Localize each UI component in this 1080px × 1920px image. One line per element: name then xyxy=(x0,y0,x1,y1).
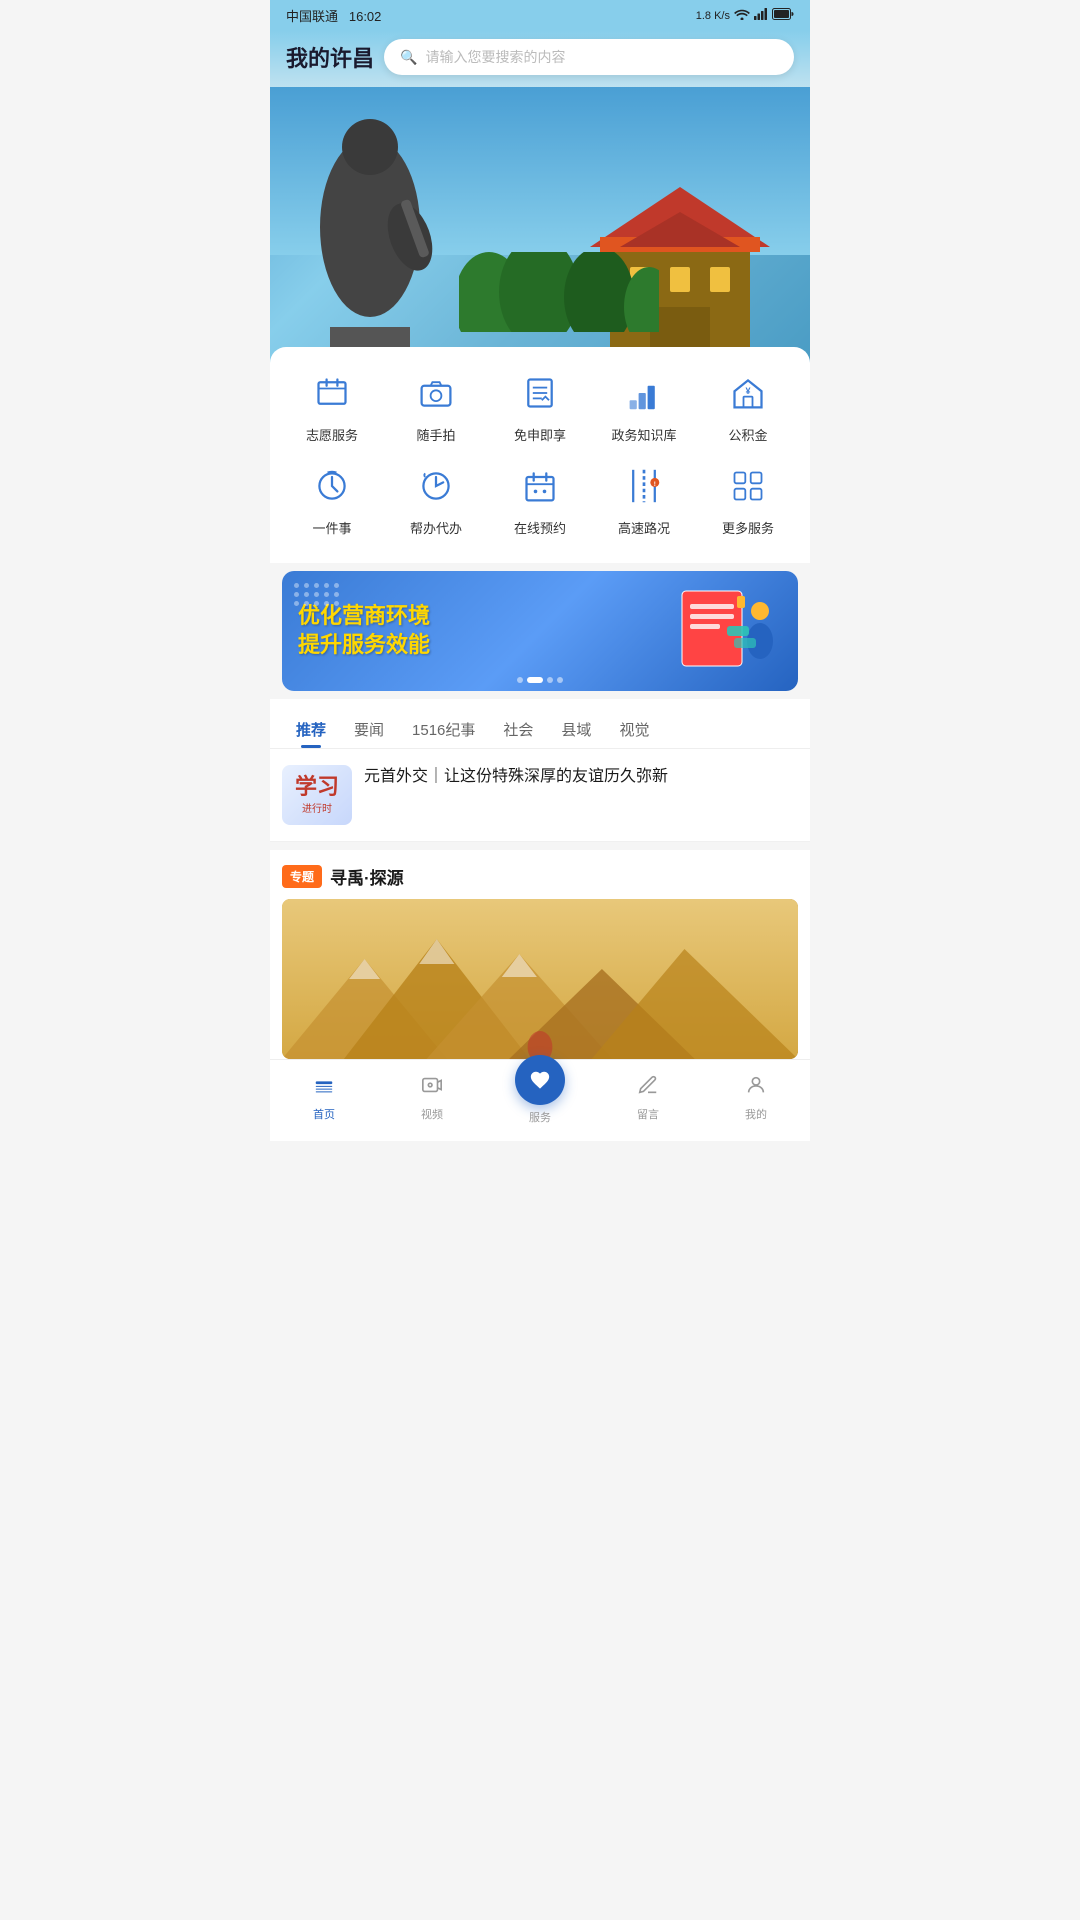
banner-dot-1[interactable] xyxy=(527,677,543,683)
banner-dot-0[interactable] xyxy=(517,677,523,683)
service-reserve[interactable]: 在线预约 xyxy=(495,460,585,537)
news-list: 学习 进行时 元首外交｜让这份特殊深厚的友谊历久弥新 xyxy=(270,749,810,842)
service-icon-volunteer xyxy=(306,367,358,419)
nav-icon-video xyxy=(421,1074,443,1102)
service-label-agent: 帮办代办 xyxy=(410,518,462,537)
service-label-fund: 公积金 xyxy=(728,425,767,444)
service-icon-more xyxy=(722,460,774,512)
service-knowledge[interactable]: 政务知识库 xyxy=(599,367,689,444)
nav-icon-home xyxy=(313,1074,335,1102)
nav-home[interactable]: 首页 xyxy=(284,1074,364,1122)
service-icon-highway: ! xyxy=(618,460,670,512)
service-label-highway: 高速路况 xyxy=(618,518,670,537)
nav-label-mine: 我的 xyxy=(745,1106,767,1122)
nav-mine[interactable]: 我的 xyxy=(716,1074,796,1122)
special-topic: 专题 寻禹·探源 xyxy=(270,842,810,1059)
status-indicators: 1.8 K/s xyxy=(696,8,794,23)
app-title: 我的许昌 xyxy=(286,41,374,73)
tab-county[interactable]: 县域 xyxy=(547,711,605,748)
service-more[interactable]: 更多服务 xyxy=(703,460,793,537)
quick-services: 志愿服务 随手拍 免申即享 政务知识库 ¥ 公积金 xyxy=(270,347,810,563)
bottom-nav: 首页 视频 服务 留言 我的 xyxy=(270,1059,810,1141)
service-agent[interactable]: 帮办代办 xyxy=(391,460,481,537)
service-volunteer[interactable]: 志愿服务 xyxy=(287,367,377,444)
service-free-apply[interactable]: 免申即享 xyxy=(495,367,585,444)
banner-dots xyxy=(517,677,563,683)
topic-badge: 专题 xyxy=(282,865,322,888)
nav-service[interactable]: 服务 xyxy=(500,1070,580,1125)
service-label-free-apply: 免申即享 xyxy=(514,425,566,444)
statue-figure xyxy=(280,107,460,367)
service-icon-knowledge xyxy=(618,367,670,419)
service-label-knowledge: 政务知识库 xyxy=(611,425,676,444)
carrier-time: 中国联通 16:02 xyxy=(286,6,381,25)
service-fund[interactable]: ¥ 公积金 xyxy=(703,367,793,444)
status-bar: 中国联通 16:02 1.8 K/s xyxy=(270,0,810,31)
service-label-reserve: 在线预约 xyxy=(514,518,566,537)
service-highway[interactable]: ! 高速路况 xyxy=(599,460,689,537)
banner-title: 优化营商环境提升服务效能 xyxy=(298,602,672,659)
nav-label-home: 首页 xyxy=(313,1106,335,1122)
banner-text: 优化营商环境提升服务效能 xyxy=(298,602,672,659)
svg-text:¥: ¥ xyxy=(745,386,750,396)
banner-dot-2[interactable] xyxy=(547,677,553,683)
news-title: 元首外交｜让这份特殊深厚的友谊历久弥新 xyxy=(364,765,798,789)
service-icon-photo xyxy=(410,367,462,419)
nav-icon-service xyxy=(515,1055,565,1105)
nav-label-video: 视频 xyxy=(421,1106,443,1122)
news-item[interactable]: 学习 进行时 元首外交｜让这份特殊深厚的友谊历久弥新 xyxy=(270,749,810,842)
service-one-thing[interactable]: 一件事 xyxy=(287,460,377,537)
battery-icon xyxy=(772,8,794,23)
tab-visual[interactable]: 视觉 xyxy=(605,711,663,748)
hero-trees xyxy=(459,252,702,337)
nav-label-message: 留言 xyxy=(637,1106,659,1122)
nav-icon-mine xyxy=(745,1074,767,1102)
signal-icon xyxy=(754,8,768,23)
topic-header: 专题 寻禹·探源 xyxy=(282,864,798,889)
wifi-icon xyxy=(734,8,750,23)
header: 我的许昌 🔍 请输入您要搜索的内容 xyxy=(270,31,810,87)
tab-society[interactable]: 社会 xyxy=(489,711,547,748)
tab-1516[interactable]: 1516纪事 xyxy=(398,711,489,748)
banner-decoration xyxy=(294,583,340,606)
news-content: 元首外交｜让这份特殊深厚的友谊历久弥新 xyxy=(364,765,798,789)
hero-banner xyxy=(270,87,810,367)
news-thumbnail: 学习 进行时 xyxy=(282,765,352,825)
banner-dot-3[interactable] xyxy=(557,677,563,683)
service-icon-fund: ¥ xyxy=(722,367,774,419)
topic-image[interactable] xyxy=(282,899,798,1059)
service-photo[interactable]: 随手拍 xyxy=(391,367,481,444)
services-row-2: 一件事 帮办代办 在线预约 ! 高速路况 xyxy=(280,460,800,537)
nav-icon-message xyxy=(637,1074,659,1102)
xuxi-logo: 学习 进行时 xyxy=(295,776,339,815)
service-label-photo: 随手拍 xyxy=(416,425,455,444)
service-icon-agent xyxy=(410,460,462,512)
nav-message[interactable]: 留言 xyxy=(608,1074,688,1122)
banner-illustration xyxy=(672,586,782,676)
service-label-volunteer: 志愿服务 xyxy=(306,425,358,444)
search-placeholder: 请输入您要搜索的内容 xyxy=(425,47,565,67)
search-icon: 🔍 xyxy=(400,49,417,66)
service-icon-one-thing xyxy=(306,460,358,512)
service-label-more: 更多服务 xyxy=(722,518,774,537)
nav-video[interactable]: 视频 xyxy=(392,1074,472,1122)
news-tabs: 推荐要闻1516纪事社会县域视觉 xyxy=(270,699,810,749)
service-label-one-thing: 一件事 xyxy=(312,518,351,537)
service-icon-reserve xyxy=(514,460,566,512)
topic-title: 寻禹·探源 xyxy=(330,864,404,889)
search-bar[interactable]: 🔍 请输入您要搜索的内容 xyxy=(384,39,794,75)
network-speed: 1.8 K/s xyxy=(696,10,730,22)
nav-label-service: 服务 xyxy=(529,1109,551,1125)
tab-news[interactable]: 要闻 xyxy=(340,711,398,748)
tab-recommend[interactable]: 推荐 xyxy=(282,711,340,748)
promotion-banner[interactable]: 优化营商环境提升服务效能 xyxy=(282,571,798,691)
svg-text:!: ! xyxy=(654,481,656,488)
service-icon-free-apply xyxy=(514,367,566,419)
services-row-1: 志愿服务 随手拍 免申即享 政务知识库 ¥ 公积金 xyxy=(280,367,800,444)
